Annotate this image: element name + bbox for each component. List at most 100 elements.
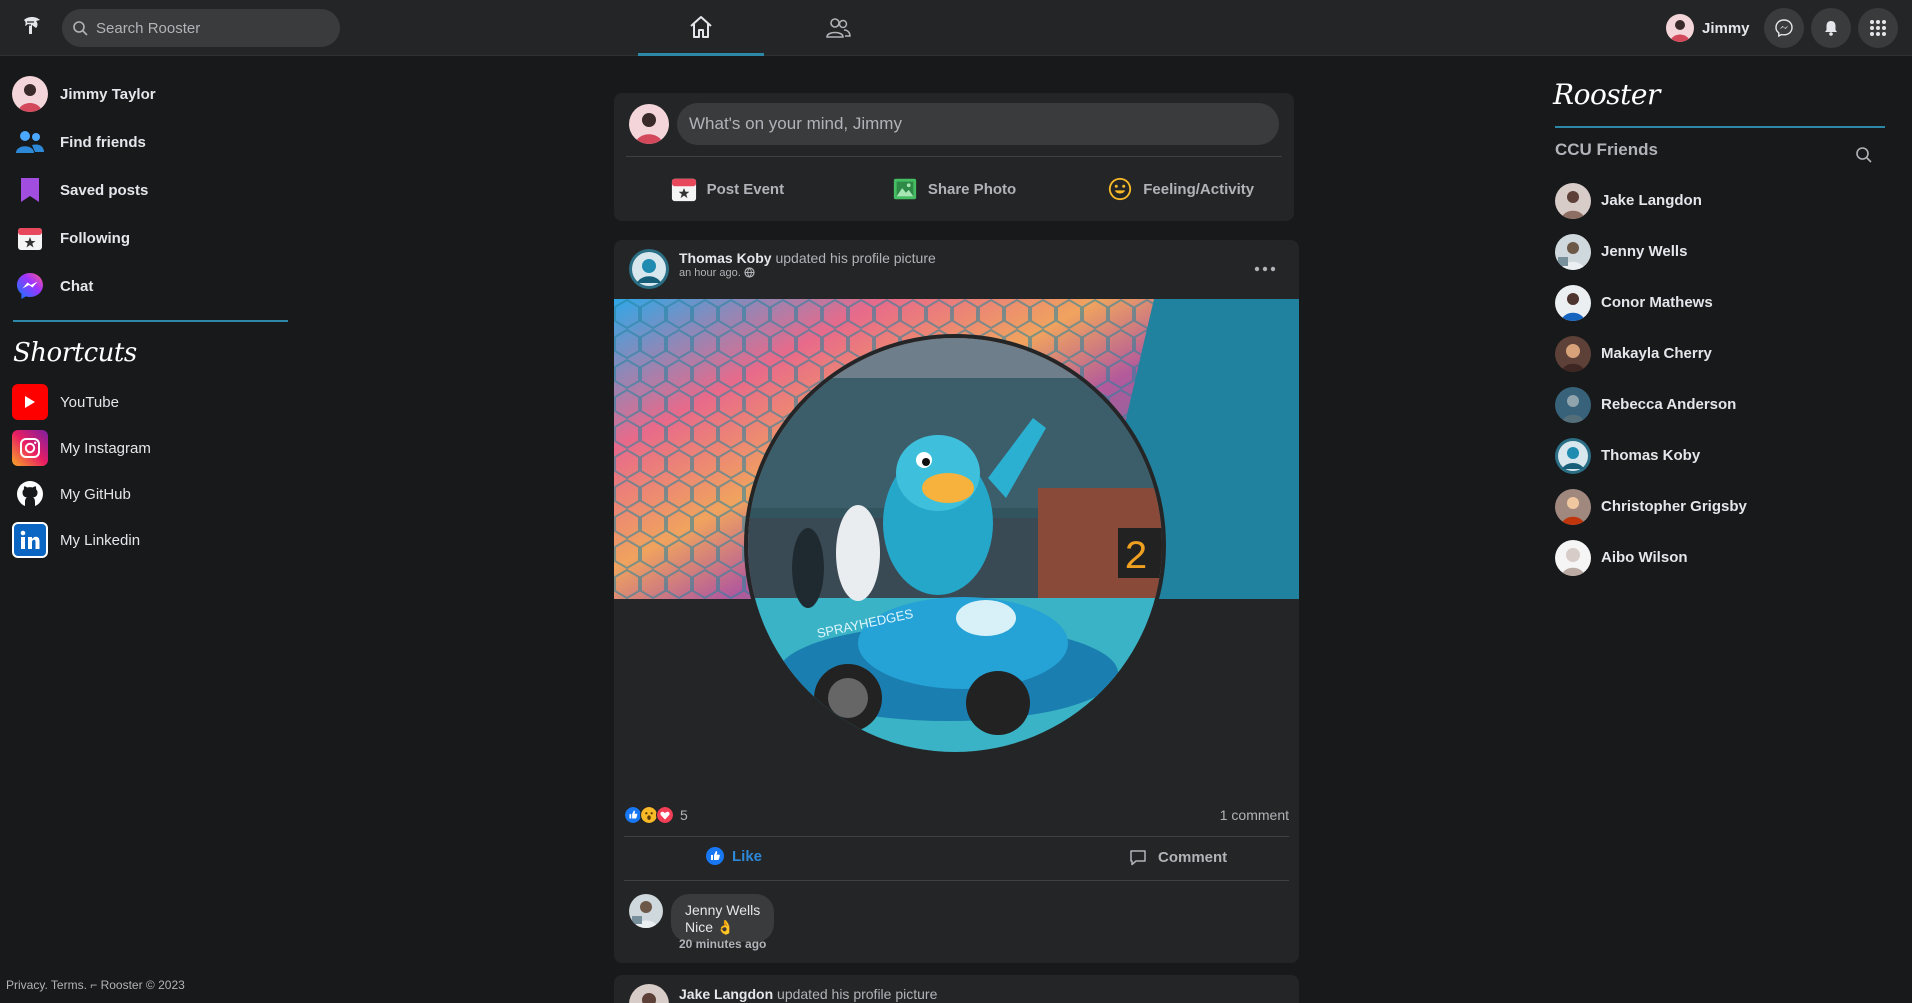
avatar (12, 76, 48, 112)
friend-item[interactable]: Thomas Koby (1555, 430, 1747, 481)
post-author[interactable]: Thomas Koby (679, 250, 772, 266)
action-label: Post Event (706, 180, 785, 198)
avatar (1555, 437, 1591, 474)
sidebar-item-profile[interactable]: Jimmy Taylor (0, 70, 300, 118)
post-author-line: Thomas Koby updated his profile picture (679, 249, 936, 267)
feeling-activity-button[interactable]: Feeling/Activity (1067, 165, 1294, 213)
grid-menu-icon (1870, 20, 1886, 36)
bookmark-icon (21, 178, 39, 202)
calendar-star-icon (18, 228, 42, 250)
left-sidebar: Jimmy Taylor Find friends Saved posts Fo… (0, 70, 300, 310)
friend-item[interactable]: Makayla Cherry (1555, 328, 1747, 379)
friend-name: Conor Mathews (1601, 294, 1713, 311)
shortcut-instagram[interactable]: My Instagram (12, 425, 151, 471)
like-icon (706, 847, 724, 865)
profile-chip[interactable]: Jimmy (1662, 10, 1756, 46)
search-icon[interactable] (1855, 146, 1873, 164)
avatar (1555, 233, 1591, 270)
comment-button[interactable]: Comment (1128, 847, 1227, 867)
sidebar-item-label: Following (60, 229, 130, 247)
post-author[interactable]: Jake Langdon (679, 986, 773, 1002)
feed-post: Jake Langdon updated his profile picture (614, 975, 1299, 1003)
friend-item[interactable]: Aibo Wilson (1555, 532, 1747, 583)
post-time-line: an hour ago. (679, 267, 936, 279)
instagram-icon (12, 430, 48, 466)
globe-icon (744, 267, 755, 278)
friends-section-title: CCU Friends (1555, 140, 1658, 159)
like-button[interactable]: Like (706, 847, 762, 865)
profile-picture[interactable]: 2 SPRAYHEDGES (744, 334, 1166, 756)
sidebar-item-find-friends[interactable]: Find friends (0, 118, 300, 166)
messenger-icon (1775, 19, 1793, 38)
divider (626, 156, 1282, 157)
friend-item[interactable]: Jake Langdon (1555, 175, 1747, 226)
post-author-line: Jake Langdon updated his profile picture (679, 986, 937, 1002)
friend-name: Makayla Cherry (1601, 345, 1712, 362)
avatar[interactable] (629, 984, 669, 1003)
comment-count[interactable]: 1 comment (1220, 807, 1289, 823)
comment-bubble: Jenny Wells Nice 👌 (671, 894, 775, 942)
share-photo-button[interactable]: Share Photo (841, 165, 1068, 213)
sidebar-item-following[interactable]: Following (0, 214, 300, 262)
sidebar-item-chat[interactable]: Chat (0, 262, 300, 310)
brand-title: Rooster (1553, 78, 1660, 111)
notifications-button[interactable] (1811, 8, 1851, 48)
friend-name: Jenny Wells (1601, 243, 1688, 260)
friend-name: Jake Langdon (1601, 192, 1702, 209)
calendar-star-icon (671, 178, 696, 202)
smiley-icon (1109, 177, 1132, 201)
people-icon (16, 131, 44, 153)
bell-icon (1825, 21, 1837, 36)
shortcut-linkedin[interactable]: My Linkedin (12, 517, 151, 563)
youtube-icon (12, 384, 48, 420)
shortcut-label: YouTube (60, 393, 119, 411)
menu-button[interactable] (1858, 8, 1898, 48)
action-label: Feeling/Activity (1143, 180, 1255, 198)
reaction-count: 5 (680, 807, 688, 823)
post-time[interactable]: an hour ago. (679, 267, 741, 279)
messenger-button[interactable] (1764, 8, 1804, 48)
more-options-icon[interactable] (1253, 266, 1277, 272)
friend-item[interactable]: Rebecca Anderson (1555, 379, 1747, 430)
comment-author[interactable]: Jenny Wells (685, 902, 760, 919)
github-icon (12, 476, 48, 512)
rooster-logo-icon[interactable] (18, 12, 46, 42)
post-event-button[interactable]: Post Event (614, 165, 841, 213)
sidebar-item-saved-posts[interactable]: Saved posts (0, 166, 300, 214)
post-action: updated his profile picture (775, 250, 936, 266)
comment-time[interactable]: 20 minutes ago (679, 937, 766, 951)
divider (1555, 126, 1885, 128)
shortcut-label: My Linkedin (60, 531, 141, 549)
avatar (1555, 284, 1591, 321)
avatar[interactable] (629, 894, 663, 928)
reaction-summary[interactable]: 5 (624, 806, 688, 824)
divider (624, 836, 1289, 837)
friend-item[interactable]: Jenny Wells (1555, 226, 1747, 277)
feed-post: Thomas Koby updated his profile picture … (614, 240, 1299, 963)
friend-item[interactable]: Conor Mathews (1555, 277, 1747, 328)
comment-text: Nice 👌 (685, 919, 735, 935)
tab-friends[interactable] (775, 0, 901, 56)
composer-input[interactable]: What's on your mind, Jimmy (677, 103, 1279, 145)
shortcut-youtube[interactable]: YouTube (12, 379, 151, 425)
avatar (629, 104, 669, 144)
friend-name: Aibo Wilson (1601, 549, 1688, 566)
avatar (1666, 14, 1694, 42)
top-bar: Jimmy (0, 0, 1912, 56)
profile-name: Jimmy (1702, 19, 1750, 37)
shortcut-github[interactable]: My GitHub (12, 471, 151, 517)
search-bar[interactable] (62, 9, 340, 47)
avatar[interactable] (629, 249, 669, 289)
action-label: Share Photo (927, 180, 1017, 198)
home-icon (690, 15, 712, 38)
tab-home[interactable] (638, 0, 764, 56)
composer-actions: Post Event Share Photo Feeling/Activity (614, 165, 1294, 213)
love-reaction-icon (656, 806, 674, 824)
comment-item: Jenny Wells Nice 👌 (629, 894, 775, 942)
sidebar-item-label: Jimmy Taylor (60, 85, 156, 103)
comment-icon (1130, 850, 1146, 866)
friend-item[interactable]: Christopher Grigsby (1555, 481, 1747, 532)
divider (13, 320, 288, 322)
search-input[interactable] (96, 19, 326, 37)
shortcut-label: My Instagram (60, 439, 151, 457)
